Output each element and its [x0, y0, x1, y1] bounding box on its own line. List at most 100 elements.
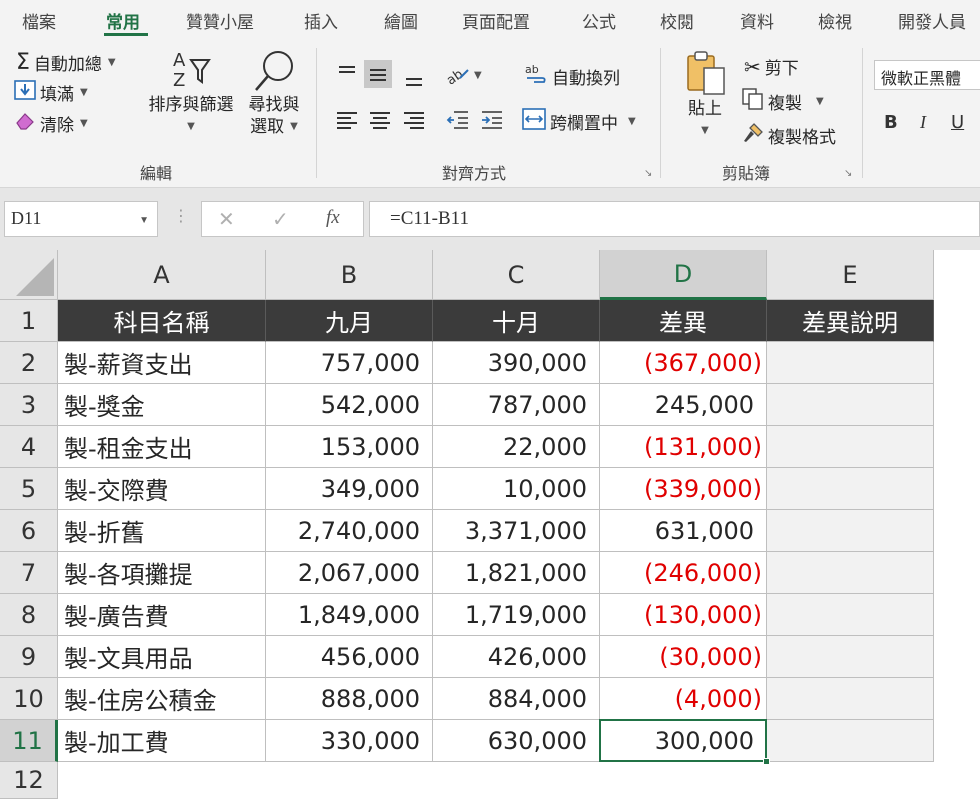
align-left-icon[interactable] [333, 106, 361, 134]
cancel-icon[interactable]: ✕ [218, 207, 235, 231]
table-header-cell[interactable]: 科目名稱 [58, 300, 266, 342]
amount-cell[interactable]: 390,000 [433, 342, 600, 384]
tab-review[interactable]: 校閱 [660, 8, 694, 33]
variance-cell[interactable]: (339,000) [600, 468, 767, 510]
wrap-text-button[interactable]: ab 自動換列 [524, 62, 620, 91]
formula-bar-grip-icon[interactable]: ⋮ [173, 206, 189, 225]
account-name-cell[interactable]: 製-廣告費 [58, 594, 266, 636]
account-name-cell[interactable]: 製-薪資支出 [58, 342, 266, 384]
variance-note-cell[interactable] [767, 720, 934, 762]
italic-button[interactable]: I [920, 112, 926, 133]
row-header-12[interactable]: 12 [0, 762, 58, 799]
variance-note-cell[interactable] [767, 636, 934, 678]
amount-cell[interactable]: 10,000 [433, 468, 600, 510]
tab-formulas[interactable]: 公式 [582, 8, 616, 33]
dialog-launcher-icon[interactable]: ↘ [844, 168, 852, 179]
row-header-6[interactable]: 6 [0, 510, 58, 552]
amount-cell[interactable]: 1,719,000 [433, 594, 600, 636]
align-middle-icon[interactable] [364, 60, 392, 88]
underline-button[interactable]: U [951, 112, 964, 133]
account-name-cell[interactable]: 製-折舊 [58, 510, 266, 552]
account-name-cell[interactable]: 製-租金支出 [58, 426, 266, 468]
variance-note-cell[interactable] [767, 594, 934, 636]
row-header-4[interactable]: 4 [0, 426, 58, 468]
variance-note-cell[interactable] [767, 678, 934, 720]
variance-cell[interactable]: 245,000 [600, 384, 767, 426]
amount-cell[interactable]: 153,000 [266, 426, 433, 468]
account-name-cell[interactable]: 製-各項攤提 [58, 552, 266, 594]
amount-cell[interactable]: 2,067,000 [266, 552, 433, 594]
table-header-cell[interactable]: 九月 [266, 300, 433, 342]
increase-indent-icon[interactable] [478, 106, 506, 134]
amount-cell[interactable]: 1,821,000 [433, 552, 600, 594]
column-header-b[interactable]: B [266, 250, 433, 300]
column-header-a[interactable]: A [58, 250, 266, 300]
tab-zanzan-house[interactable]: 贊贊小屋 [186, 8, 254, 33]
variance-note-cell[interactable] [767, 552, 934, 594]
account-name-cell[interactable]: 製-交際費 [58, 468, 266, 510]
amount-cell[interactable]: 884,000 [433, 678, 600, 720]
row-header-11[interactable]: 11 [0, 720, 58, 762]
font-name-box[interactable]: 微軟正黑體 [874, 60, 980, 90]
variance-note-cell[interactable] [767, 342, 934, 384]
table-header-cell[interactable]: 差異 [600, 300, 767, 342]
variance-cell[interactable]: (130,000) [600, 594, 767, 636]
table-header-cell[interactable]: 十月 [433, 300, 600, 342]
variance-cell[interactable]: 631,000 [600, 510, 767, 552]
variance-cell[interactable]: 300,000 [600, 720, 767, 762]
amount-cell[interactable]: 3,371,000 [433, 510, 600, 552]
paste-button[interactable]: 貼上 ▼ [680, 48, 730, 142]
amount-cell[interactable]: 456,000 [266, 636, 433, 678]
amount-cell[interactable]: 888,000 [266, 678, 433, 720]
amount-cell[interactable]: 787,000 [433, 384, 600, 426]
amount-cell[interactable]: 630,000 [433, 720, 600, 762]
align-center-icon[interactable] [366, 106, 394, 134]
fill-button[interactable]: 填滿 ▼ [14, 80, 88, 105]
column-header-c[interactable]: C [433, 250, 600, 300]
row-header-7[interactable]: 7 [0, 552, 58, 594]
tab-developer[interactable]: 開發人員 [898, 8, 966, 33]
account-name-cell[interactable]: 製-加工費 [58, 720, 266, 762]
row-header-5[interactable]: 5 [0, 468, 58, 510]
amount-cell[interactable]: 1,849,000 [266, 594, 433, 636]
tab-insert[interactable]: 插入 [304, 8, 338, 33]
sort-filter-button[interactable]: AZ 排序與篩選 ▼ [146, 48, 236, 138]
formula-input[interactable]: =C11-B11 [369, 201, 980, 237]
variance-cell[interactable]: (246,000) [600, 552, 767, 594]
amount-cell[interactable]: 757,000 [266, 342, 433, 384]
row-header-9[interactable]: 9 [0, 636, 58, 678]
column-header-e[interactable]: E [767, 250, 934, 300]
cut-button[interactable]: ✂ 剪下 [744, 54, 799, 80]
account-name-cell[interactable]: 製-文具用品 [58, 636, 266, 678]
column-header-d[interactable]: D [600, 250, 767, 300]
align-top-icon[interactable] [333, 60, 361, 88]
fill-handle[interactable] [763, 758, 770, 765]
copy-button[interactable]: 複製 ▼ [742, 88, 824, 115]
variance-cell[interactable]: (131,000) [600, 426, 767, 468]
dialog-launcher-icon[interactable]: ↘ [644, 168, 652, 179]
format-painter-button[interactable]: 複製格式 [742, 122, 836, 149]
tab-draw[interactable]: 繪圖 [384, 8, 418, 33]
row-header-3[interactable]: 3 [0, 384, 58, 426]
amount-cell[interactable]: 349,000 [266, 468, 433, 510]
variance-cell[interactable]: (4,000) [600, 678, 767, 720]
variance-cell[interactable]: (30,000) [600, 636, 767, 678]
variance-cell[interactable]: (367,000) [600, 342, 767, 384]
amount-cell[interactable]: 330,000 [266, 720, 433, 762]
merge-center-button[interactable]: 跨欄置中 ▼ [522, 108, 636, 135]
row-header-2[interactable]: 2 [0, 342, 58, 384]
tab-home[interactable]: 常用 [106, 8, 140, 33]
amount-cell[interactable]: 542,000 [266, 384, 433, 426]
row-header-8[interactable]: 8 [0, 594, 58, 636]
find-select-button[interactable]: 尋找與 選取 ▼ [244, 48, 304, 138]
insert-function-icon[interactable]: fx [326, 207, 340, 229]
tab-file[interactable]: 檔案 [22, 8, 56, 33]
tab-view[interactable]: 檢視 [818, 8, 852, 33]
name-box[interactable]: D11 ▼ [4, 201, 158, 237]
amount-cell[interactable]: 2,740,000 [266, 510, 433, 552]
account-name-cell[interactable]: 製-獎金 [58, 384, 266, 426]
table-header-cell[interactable]: 差異說明 [767, 300, 934, 342]
check-icon[interactable]: ✓ [272, 207, 289, 231]
variance-note-cell[interactable] [767, 384, 934, 426]
align-bottom-icon[interactable] [400, 64, 428, 92]
